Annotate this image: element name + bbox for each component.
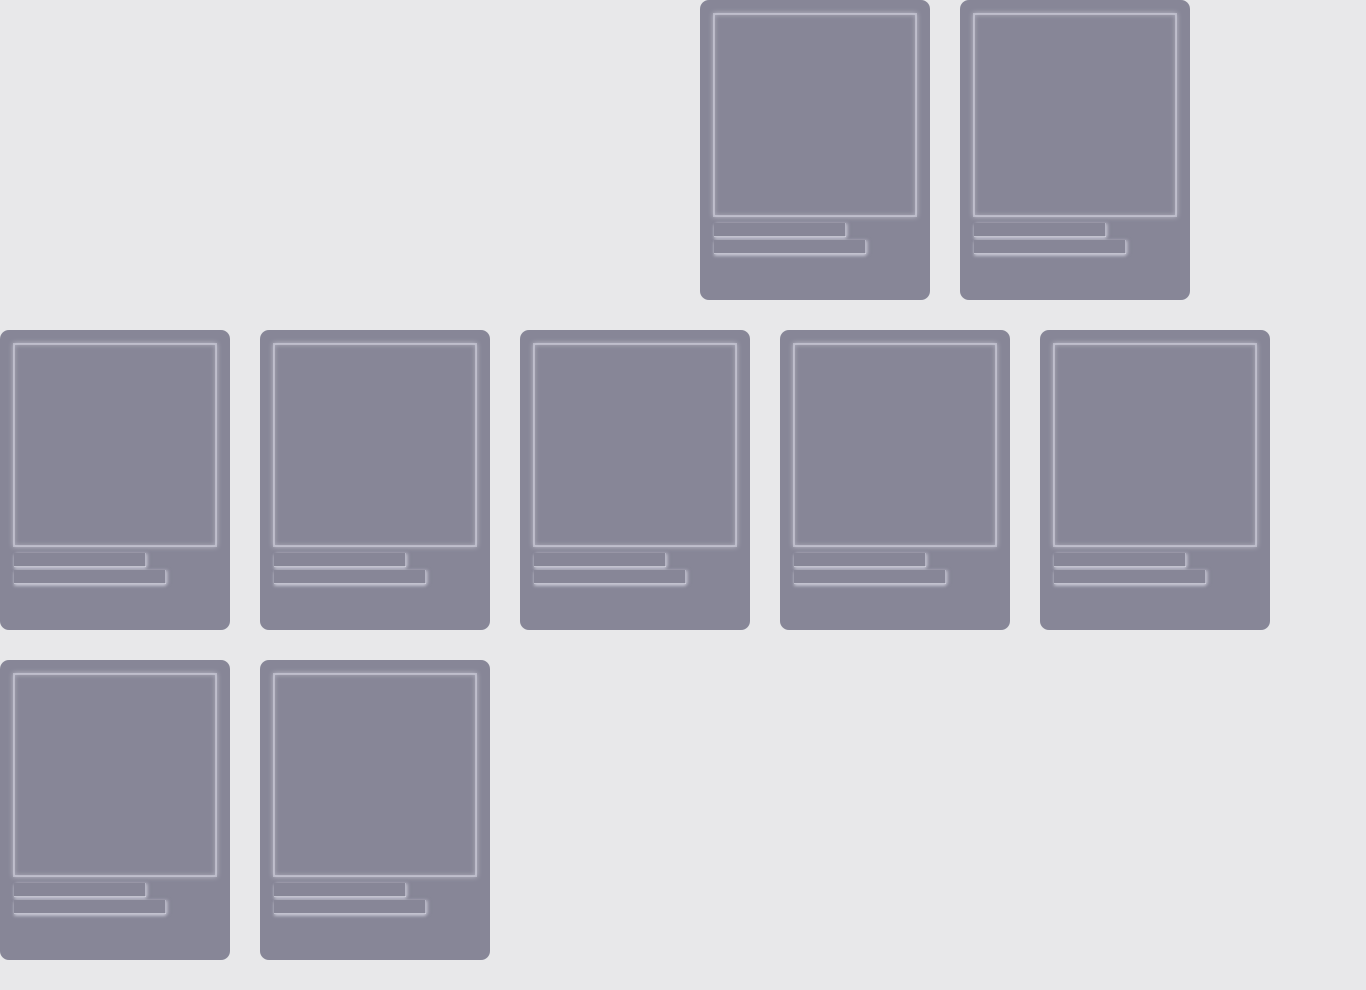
skeleton-subtitle-line	[14, 570, 166, 584]
skeleton-card	[780, 330, 1010, 630]
skeleton-subtitle-line	[714, 240, 866, 254]
skeleton-title-line	[274, 883, 406, 897]
skeleton-subtitle-line	[534, 570, 686, 584]
skeleton-subtitle-line	[274, 900, 426, 914]
skeleton-card-grid	[0, 0, 1366, 990]
skeleton-thumbnail	[534, 344, 736, 546]
skeleton-subtitle-line	[1054, 570, 1206, 584]
skeleton-thumbnail	[14, 344, 216, 546]
skeleton-thumbnail	[794, 344, 996, 546]
skeleton-title-line	[794, 553, 926, 567]
skeleton-subtitle-line	[974, 240, 1126, 254]
skeleton-card	[0, 330, 230, 630]
skeleton-card	[1040, 330, 1270, 630]
skeleton-title-line	[974, 223, 1106, 237]
skeleton-card	[260, 330, 490, 630]
skeleton-title-line	[14, 553, 146, 567]
skeleton-subtitle-line	[274, 570, 426, 584]
skeleton-card	[960, 0, 1190, 300]
skeleton-thumbnail	[1054, 344, 1256, 546]
skeleton-thumbnail	[274, 344, 476, 546]
skeleton-title-line	[14, 883, 146, 897]
skeleton-thumbnail	[14, 674, 216, 876]
skeleton-card	[520, 330, 750, 630]
skeleton-title-line	[1054, 553, 1186, 567]
skeleton-thumbnail	[714, 14, 916, 216]
skeleton-title-line	[534, 553, 666, 567]
skeleton-subtitle-line	[794, 570, 946, 584]
skeleton-title-line	[274, 553, 406, 567]
skeleton-card	[700, 0, 930, 300]
skeleton-title-line	[714, 223, 846, 237]
skeleton-card	[0, 660, 230, 960]
skeleton-subtitle-line	[14, 900, 166, 914]
skeleton-thumbnail	[274, 674, 476, 876]
skeleton-card	[260, 660, 490, 960]
skeleton-thumbnail	[974, 14, 1176, 216]
